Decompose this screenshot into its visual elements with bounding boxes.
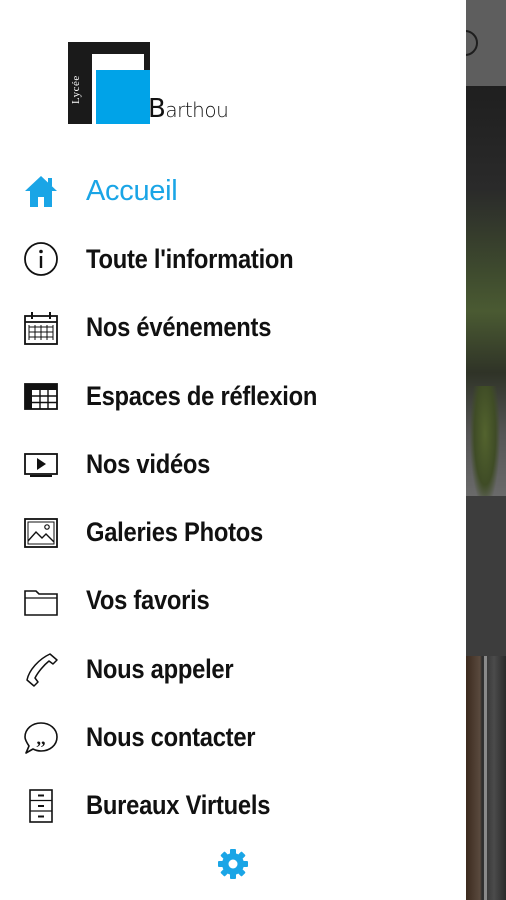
menu-label: Nos événements <box>86 312 272 343</box>
menu-item-favoris[interactable]: Vos favoris <box>0 567 466 635</box>
menu-item-espaces-reflexion[interactable]: Espaces de réflexion <box>0 362 466 430</box>
gear-icon <box>217 848 249 880</box>
navigation-drawer: Lycée Barthou Accueil Toute l'informatio… <box>0 0 466 900</box>
menu-item-evenements[interactable]: Nos événements <box>0 294 466 362</box>
cabinet-icon <box>22 787 60 825</box>
menu-item-videos[interactable]: Nos vidéos <box>0 430 466 498</box>
logo-vertical-text: Lycée <box>70 75 82 104</box>
background-photo-building <box>466 86 506 506</box>
phone-icon <box>22 650 60 688</box>
folder-icon <box>22 582 60 620</box>
background-photo-pole <box>484 656 487 900</box>
menu-label: Nous appeler <box>86 653 234 684</box>
background-photo-tree <box>470 386 500 506</box>
background-card-separator <box>466 496 506 656</box>
menu-item-toute-information[interactable]: Toute l'information <box>0 225 466 293</box>
image-icon <box>22 514 60 552</box>
menu-item-galeries-photos[interactable]: Galeries Photos <box>0 498 466 566</box>
menu-label: Nos vidéos <box>86 448 211 479</box>
menu-label: Espaces de réflexion <box>86 380 318 411</box>
menu-label: Galeries Photos <box>86 517 263 548</box>
background-page-scrim[interactable] <box>466 0 506 900</box>
table-icon <box>22 377 60 415</box>
calendar-icon <box>22 309 60 347</box>
logo-blue-square <box>96 70 150 124</box>
menu-item-contacter[interactable]: ,, Nous contacter <box>0 703 466 771</box>
home-icon <box>22 172 60 210</box>
logo-name-rest: arthou <box>165 98 229 122</box>
settings-button[interactable] <box>217 848 249 880</box>
background-toolbar-icon <box>466 30 478 56</box>
logo-name-initial: B <box>148 94 166 124</box>
logo-school-name: Barthou <box>148 94 229 125</box>
menu-item-appeler[interactable]: Nous appeler <box>0 635 466 703</box>
menu-label: Bureaux Virtuels <box>86 790 271 821</box>
video-icon <box>22 445 60 483</box>
drawer-menu: Accueil Toute l'information Nos événemen… <box>0 157 466 840</box>
menu-item-bureaux-virtuels[interactable]: Bureaux Virtuels <box>0 772 466 840</box>
menu-item-accueil[interactable]: Accueil <box>0 157 466 225</box>
menu-label: Accueil <box>86 174 178 207</box>
menu-label: Vos favoris <box>86 585 210 616</box>
menu-label: Nous contacter <box>86 722 256 753</box>
menu-label: Toute l'information <box>86 243 294 274</box>
svg-text:,,: ,, <box>37 728 46 748</box>
app-screen: Lycée Barthou Accueil Toute l'informatio… <box>0 0 506 900</box>
school-logo: Lycée Barthou <box>68 42 248 128</box>
background-toolbar <box>466 0 506 86</box>
chat-quote-icon: ,, <box>22 719 60 757</box>
info-icon <box>22 240 60 278</box>
